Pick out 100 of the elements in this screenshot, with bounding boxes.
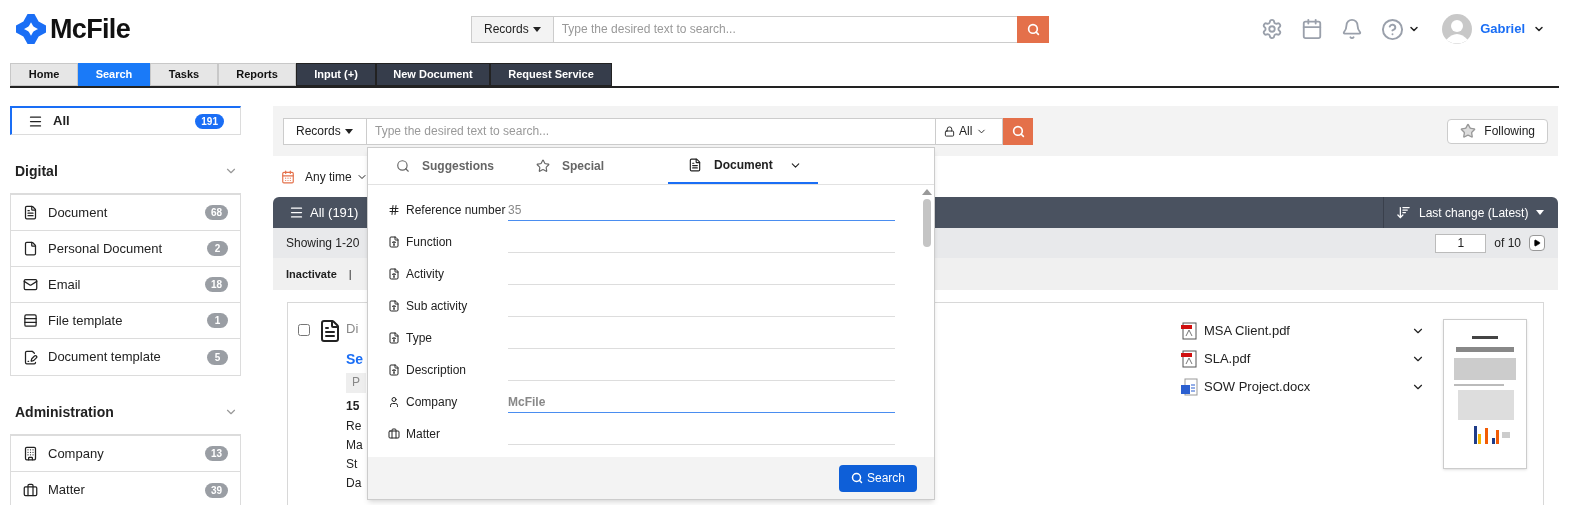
row-checkbox[interactable] xyxy=(298,324,310,336)
field-label: Company xyxy=(406,394,458,411)
mail-icon xyxy=(23,277,38,292)
field-label: Function xyxy=(406,234,453,251)
logo-text: McFile xyxy=(50,12,130,46)
hash-icon xyxy=(388,204,400,216)
showing-text: Showing 1-20 xyxy=(286,235,360,252)
document-icon xyxy=(388,332,400,344)
count: 1 xyxy=(207,313,228,328)
settings-icon[interactable] xyxy=(1261,18,1284,40)
file-link[interactable]: SLA.pdf xyxy=(1204,349,1405,369)
briefcase-icon xyxy=(23,482,38,498)
result-text: 15 xyxy=(346,398,360,415)
page-count: of 10 xyxy=(1494,235,1521,252)
dropdown-tab[interactable]: Document xyxy=(668,148,818,184)
next-page-button[interactable] xyxy=(1529,235,1545,251)
menu-icon xyxy=(289,205,304,220)
results-title: All (191) xyxy=(310,203,359,222)
field-label: Activity xyxy=(406,266,444,283)
nav-tab[interactable]: Search xyxy=(78,63,150,86)
count: 39 xyxy=(204,482,228,498)
result-text[interactable]: Se xyxy=(346,349,364,373)
menu-icon xyxy=(28,113,43,129)
document-icon xyxy=(388,300,400,312)
time-filter[interactable]: Any time xyxy=(305,167,368,186)
file-link[interactable]: MSA Client.pdf xyxy=(1204,321,1405,341)
input-field[interactable]: 35 xyxy=(508,199,895,221)
search-button[interactable]: Search xyxy=(838,464,917,492)
result-text: Ma xyxy=(346,437,363,454)
building-icon xyxy=(23,446,38,461)
sidebar-item[interactable]: All 191 xyxy=(10,106,241,135)
sort-icon xyxy=(1396,205,1411,220)
field-label: Sub activity xyxy=(406,298,468,315)
count: 68 xyxy=(204,205,228,220)
result-text: Re xyxy=(346,418,362,435)
item-label: Personal Document xyxy=(48,239,164,258)
document-icon xyxy=(318,319,342,343)
search-icon xyxy=(1011,124,1025,138)
search-icon xyxy=(1026,22,1040,36)
search-button[interactable] xyxy=(1003,117,1033,145)
field-label: Type xyxy=(406,330,432,347)
calendar-icon[interactable] xyxy=(1301,18,1324,40)
item-label: File template xyxy=(48,311,124,330)
file-link[interactable]: SOW Project.docx xyxy=(1204,377,1405,397)
document-icon xyxy=(388,236,400,248)
nav-tab[interactable]: Input (+) xyxy=(296,63,376,86)
inactivate-action[interactable]: Inactivate xyxy=(286,265,337,283)
input-field[interactable]: McFile xyxy=(508,391,895,413)
document-icon xyxy=(688,158,702,172)
following-button[interactable]: Following xyxy=(1447,118,1548,144)
field-label: Description xyxy=(406,362,467,379)
document-icon xyxy=(388,268,400,280)
calendar-icon xyxy=(281,169,295,184)
section-title: Digital xyxy=(15,161,58,181)
count: 2 xyxy=(207,241,228,256)
result-text: Di xyxy=(346,320,359,338)
search-button[interactable] xyxy=(1017,15,1049,43)
nav-tab[interactable]: Tasks xyxy=(150,63,218,86)
result-text: St xyxy=(346,456,358,473)
page-field[interactable]: 1 xyxy=(1435,233,1487,253)
count: 13 xyxy=(204,446,228,461)
count: 5 xyxy=(207,349,228,365)
caret-icon xyxy=(532,26,541,32)
scope-dropdown[interactable]: Records xyxy=(471,15,554,43)
search-field[interactable]: Type the desired text to search... xyxy=(367,117,935,145)
nav-tab[interactable]: Request Service xyxy=(490,63,612,86)
logo-icon xyxy=(16,14,46,44)
pdf-file-icon xyxy=(1180,350,1198,368)
star-icon xyxy=(1460,123,1477,139)
item-label: Document xyxy=(48,203,109,222)
search-icon xyxy=(850,472,863,484)
item-label: Document template xyxy=(48,348,162,367)
avatar-icon[interactable] xyxy=(1442,14,1473,44)
field-label: Reference number xyxy=(406,202,506,219)
dropdown-tab[interactable]: Suggestions xyxy=(388,148,508,184)
search-field[interactable]: Type the desired text to search... xyxy=(553,15,1017,43)
count: 191 xyxy=(195,113,224,129)
notification-icon[interactable] xyxy=(1341,18,1364,40)
list-icon xyxy=(23,313,38,328)
separator: | xyxy=(348,266,352,282)
user-name[interactable]: Gabriel xyxy=(1480,19,1525,39)
section-title: Administration xyxy=(15,402,114,422)
person-icon xyxy=(388,396,400,408)
result-text: P xyxy=(346,373,366,393)
word-file-icon xyxy=(1180,378,1198,396)
item-label: Company xyxy=(48,444,105,463)
nav-tab[interactable]: Reports xyxy=(218,63,296,86)
access-dropdown[interactable]: All xyxy=(935,117,1003,145)
nav-tab[interactable]: New Document xyxy=(376,63,490,86)
file-icon xyxy=(23,241,38,256)
caret-icon xyxy=(344,128,353,134)
field-label: Matter xyxy=(406,426,440,443)
count: 18 xyxy=(204,277,228,292)
nav-tab[interactable]: Home xyxy=(10,63,78,86)
dropdown-tab[interactable]: Special xyxy=(528,148,648,184)
item-label: All xyxy=(53,112,71,131)
caret-icon xyxy=(1536,210,1545,215)
star-icon xyxy=(536,159,550,173)
pdf-file-icon xyxy=(1180,322,1198,340)
scope-dropdown[interactable]: Records xyxy=(283,117,367,145)
